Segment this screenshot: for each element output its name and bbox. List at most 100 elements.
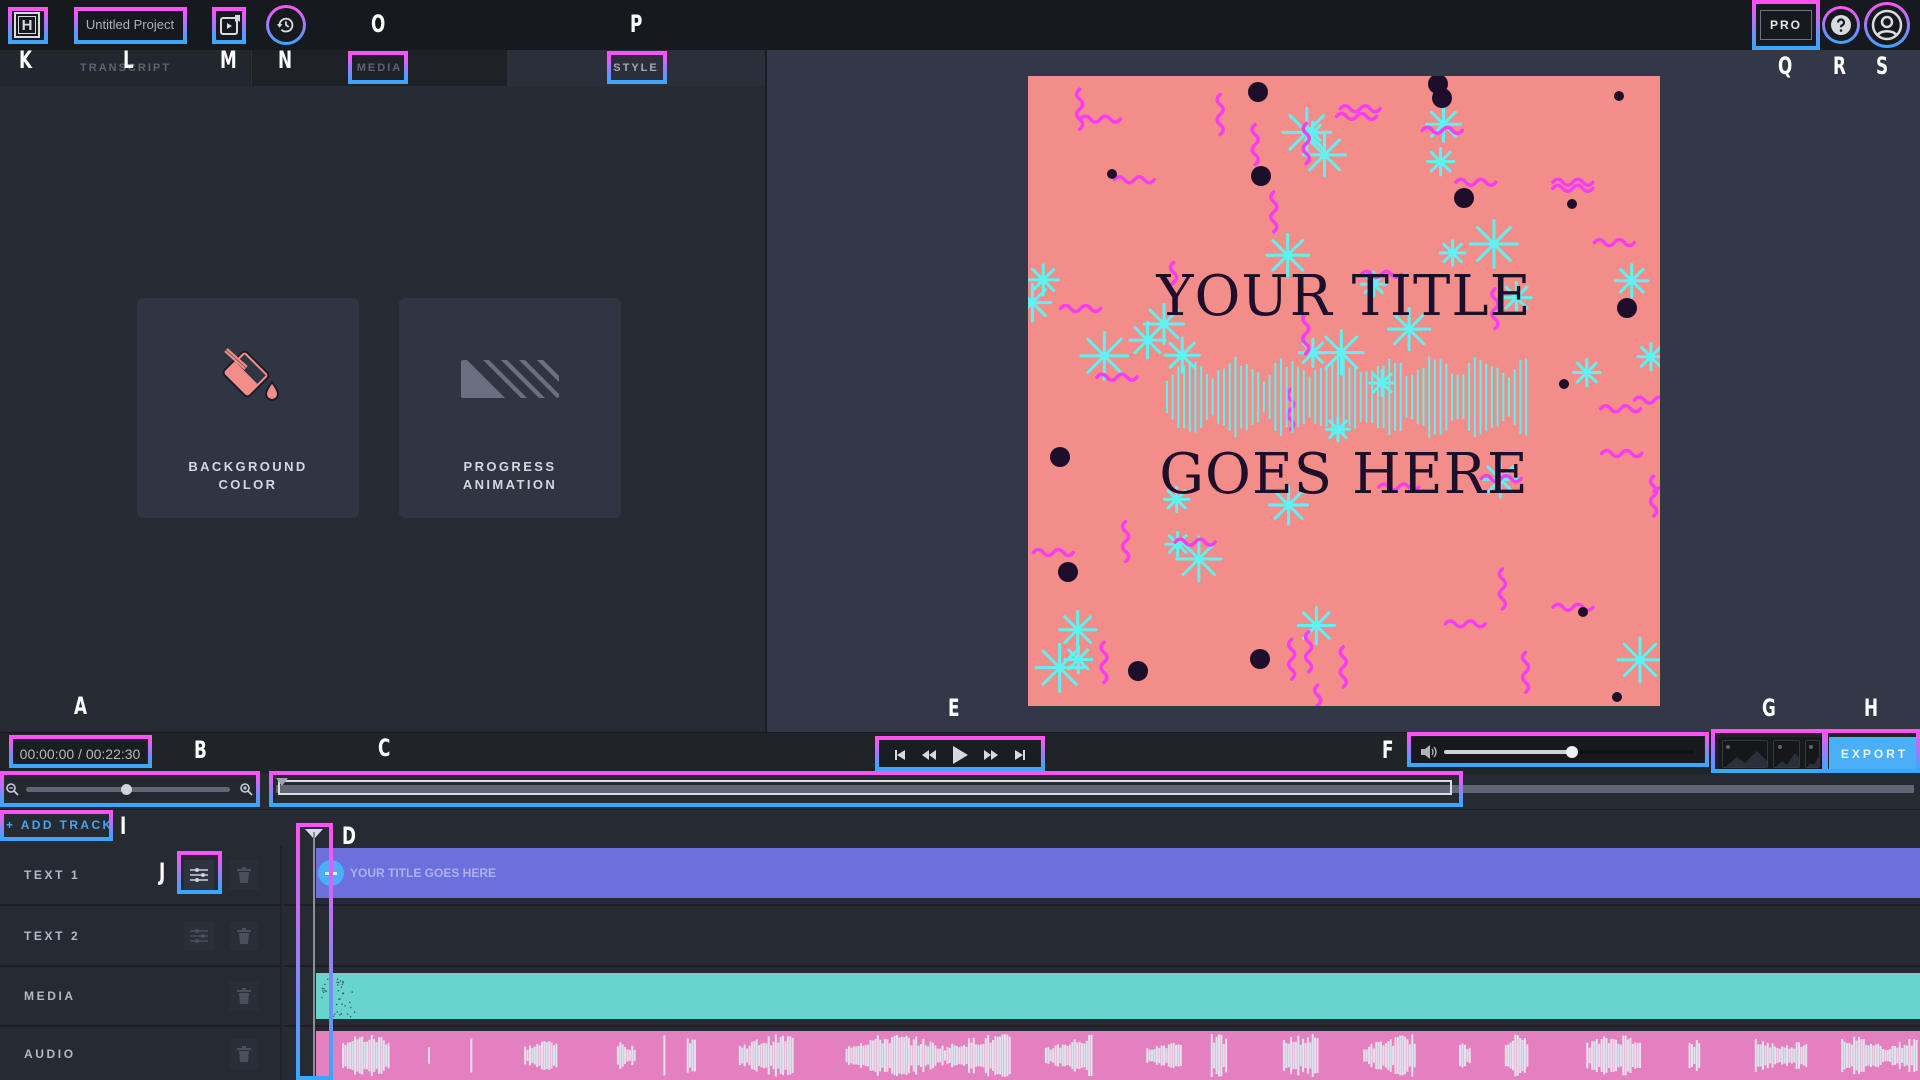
waveform-bar xyxy=(1508,377,1510,417)
track-settings-button[interactable] xyxy=(184,920,214,951)
audio-wave-bar xyxy=(1690,1044,1693,1067)
audio-wave-bar xyxy=(891,1037,894,1074)
audio-wave-bar xyxy=(1466,1049,1469,1062)
playhead[interactable] xyxy=(313,832,315,1080)
audio-wave-bar xyxy=(975,1044,978,1067)
thumbnail-speck xyxy=(353,1011,356,1014)
volume-icon[interactable] xyxy=(1420,745,1438,759)
waveform-bar xyxy=(1411,374,1414,420)
audio-wave-bar xyxy=(1468,1047,1471,1064)
play-icon[interactable] xyxy=(951,745,969,765)
export-button[interactable]: EXPORT xyxy=(1829,737,1920,771)
media-clip[interactable] xyxy=(316,973,1920,1019)
pro-upgrade-button[interactable]: PRO xyxy=(1760,10,1812,40)
audio-wave-bar xyxy=(1617,1043,1620,1068)
zoom-slider[interactable] xyxy=(26,784,230,795)
audio-wave-bar xyxy=(373,1039,376,1072)
audio-wave-bar xyxy=(1066,1046,1069,1065)
audio-wave-bar xyxy=(1605,1038,1608,1073)
audio-wave-bar xyxy=(1695,1040,1698,1071)
audio-wave-bar xyxy=(898,1037,901,1074)
volume-slider[interactable] xyxy=(1444,746,1694,758)
audio-wave-bar xyxy=(528,1045,531,1066)
audio-wave-bar xyxy=(1080,1043,1083,1068)
volume-control xyxy=(1412,737,1704,767)
audio-wave-bar xyxy=(1316,1038,1319,1073)
aspect-square-button[interactable] xyxy=(1772,740,1800,768)
panel-tabs: TRANSCRIPT MEDIA STYLE xyxy=(0,50,765,86)
project-name-input[interactable]: Untitled Project xyxy=(78,12,182,38)
audio-wave-bar xyxy=(1413,1043,1416,1068)
video-preview-icon xyxy=(220,15,240,35)
track-lane-text-2[interactable] xyxy=(284,906,1920,967)
skip-to-start-icon[interactable] xyxy=(893,748,907,762)
audio-wave-bar xyxy=(1908,1038,1911,1073)
audio-wave-bar xyxy=(912,1039,915,1072)
rewind-icon[interactable] xyxy=(921,748,937,762)
delete-track-button[interactable] xyxy=(229,920,259,951)
audio-wave-bar xyxy=(1624,1035,1627,1076)
audio-wave-bar xyxy=(779,1037,782,1074)
audio-wave-bar xyxy=(1222,1044,1225,1067)
timeline-scrollbar-thumb[interactable] xyxy=(276,778,1452,795)
audio-wave-bar xyxy=(633,1049,636,1062)
audio-wave-bar xyxy=(1387,1041,1390,1070)
audio-wave-bar xyxy=(533,1046,536,1065)
audio-wave-bar xyxy=(349,1042,352,1069)
star-decoration xyxy=(1079,330,1130,381)
progress-animation-card[interactable]: PROGRESS ANIMATION xyxy=(399,298,621,518)
zoom-out-icon[interactable] xyxy=(6,783,19,796)
audio-wave-bar xyxy=(750,1041,753,1070)
background-color-card[interactable]: BACKGROUND COLOR xyxy=(137,298,359,518)
dot-decoration xyxy=(1454,188,1474,208)
aspect-ratio-selector xyxy=(1718,737,1824,771)
waveform-bar xyxy=(1462,374,1465,420)
audio-wave-bar xyxy=(693,1039,696,1072)
aspect-portrait-button[interactable] xyxy=(1804,740,1820,768)
delete-track-button[interactable] xyxy=(229,981,259,1011)
audio-wave-bar xyxy=(915,1036,918,1075)
audio-wave-bar xyxy=(855,1046,858,1065)
audio-wave-bar xyxy=(748,1045,751,1066)
squiggle-decoration xyxy=(1031,547,1076,558)
waveform-bar xyxy=(1485,363,1488,431)
audio-wave-bar xyxy=(1392,1045,1395,1066)
add-track-button[interactable]: + ADD TRACK xyxy=(2,814,111,836)
delete-track-button[interactable] xyxy=(229,860,259,890)
video-preview-canvas[interactable]: YOUR TITLE GOES HERE xyxy=(1028,76,1660,706)
audio-clip-waveform xyxy=(342,1034,1918,1077)
tab-style[interactable]: STYLE xyxy=(507,50,765,86)
track-settings-button[interactable] xyxy=(184,860,214,890)
audio-wave-bar xyxy=(1884,1049,1887,1062)
squiggle-decoration xyxy=(1497,567,1508,611)
audio-wave-bar xyxy=(758,1045,761,1066)
delete-track-button[interactable] xyxy=(229,1038,259,1069)
clip-handle-icon[interactable] xyxy=(318,860,344,886)
aspect-landscape-button[interactable] xyxy=(1722,740,1768,768)
fast-forward-icon[interactable] xyxy=(983,748,999,762)
audio-clip[interactable] xyxy=(316,1031,1920,1080)
audio-wave-bar xyxy=(1622,1035,1625,1076)
audio-wave-bar xyxy=(1292,1041,1295,1070)
audio-wave-bar xyxy=(1800,1046,1803,1065)
audio-wave-bar xyxy=(616,1046,619,1065)
thumbnail-speck xyxy=(350,1006,352,1009)
audio-wave-bar xyxy=(910,1045,913,1066)
zoom-in-icon[interactable] xyxy=(240,783,253,796)
zoom-slider-knob[interactable] xyxy=(120,784,132,795)
dot-decoration xyxy=(1128,661,1148,681)
waveform-bar xyxy=(1188,362,1191,432)
video-preview-button[interactable] xyxy=(217,12,243,38)
audio-wave-bar xyxy=(1634,1042,1637,1069)
audio-wave-bar xyxy=(1526,1044,1529,1067)
logo-icon[interactable]: H xyxy=(14,12,40,38)
skip-to-end-icon[interactable] xyxy=(1013,748,1027,762)
annotation-label: Q xyxy=(1778,52,1793,80)
text-clip[interactable]: YOUR TITLE GOES HERE xyxy=(316,848,1920,898)
audio-wave-bar xyxy=(1610,1039,1613,1072)
audio-wave-bar xyxy=(1148,1049,1151,1062)
volume-slider-knob[interactable] xyxy=(1565,746,1578,758)
squiggle-decoration xyxy=(1078,114,1123,124)
audio-wave-bar xyxy=(777,1042,780,1069)
audio-wave-bar xyxy=(984,1038,987,1073)
